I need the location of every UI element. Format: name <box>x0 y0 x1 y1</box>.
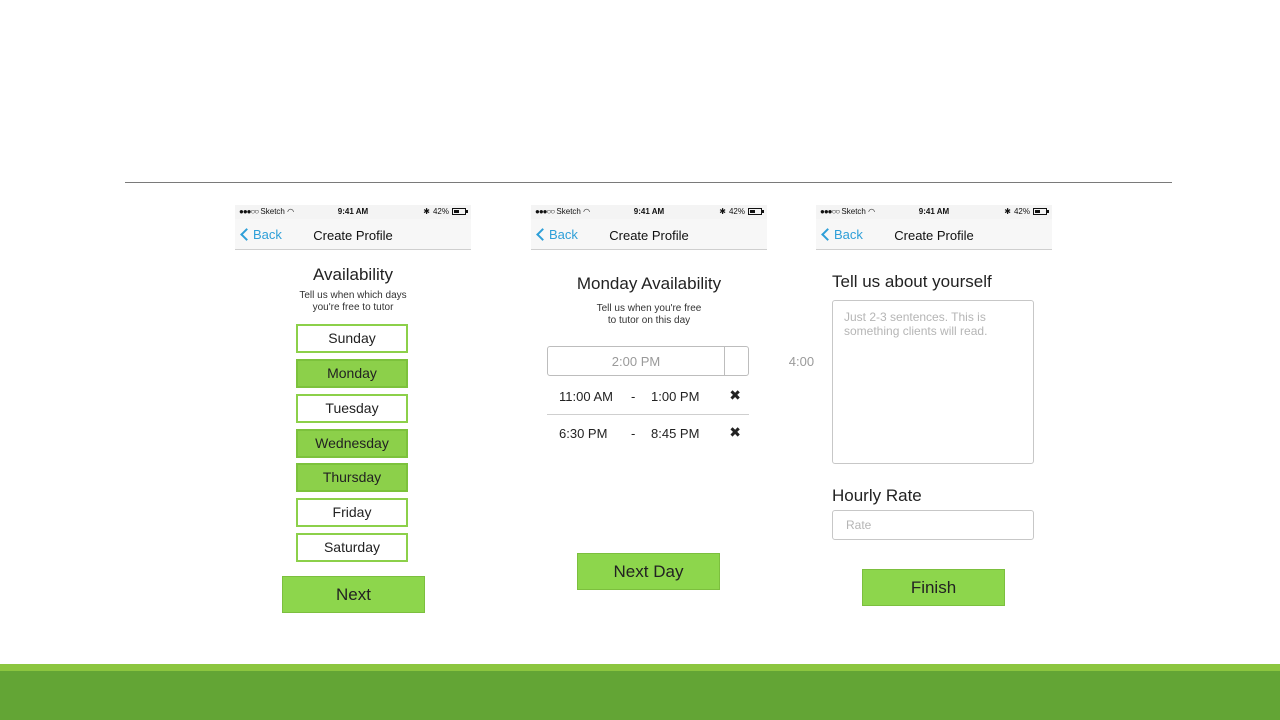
footer-band-light <box>0 664 1280 671</box>
slot-start-time: 11:00 AM <box>559 389 613 404</box>
status-right: ✱ 42% <box>719 207 764 216</box>
day-option-saturday[interactable]: Saturday <box>296 533 408 562</box>
bluetooth-icon: ✱ <box>423 207 430 216</box>
battery-percent: 42% <box>1013 207 1030 216</box>
nav-bar: Back Create Profile <box>531 219 767 250</box>
bluetooth-icon: ✱ <box>1004 207 1011 216</box>
nav-title: Create Profile <box>313 228 393 243</box>
battery-percent: 42% <box>728 207 745 216</box>
slot-end-time: 1:00 PM <box>651 389 700 404</box>
new-time-slot-row: ✚ <box>547 346 917 376</box>
rate-input[interactable] <box>832 510 1034 540</box>
page-subtitle: Tell us when which days you're free to tu… <box>299 290 407 313</box>
about-label: Tell us about yourself <box>832 272 992 291</box>
footer-band-dark <box>0 671 1280 720</box>
day-option-monday[interactable]: Monday <box>296 359 408 388</box>
slot-start-time: 6:30 PM <box>559 426 608 441</box>
time-slot-row: 11:00 AM - 1:00 PM ✖ <box>547 381 749 411</box>
day-option-wednesday[interactable]: Wednesday <box>296 429 408 458</box>
status-right: ✱ 42% <box>423 207 468 216</box>
nav-bar: Back Create Profile <box>235 219 471 250</box>
day-option-sunday[interactable]: Sunday <box>296 324 408 353</box>
status-bar: ●●●○○ Sketch ◠ 9:41 AM ✱ 42% <box>816 205 1052 219</box>
nav-bar: Back Create Profile <box>816 219 1052 250</box>
start-time-input[interactable] <box>548 347 725 375</box>
day-option-tuesday[interactable]: Tuesday <box>296 394 408 423</box>
page-title: Monday Availability <box>576 274 722 293</box>
next-button[interactable]: Next <box>282 576 425 613</box>
slot-divider <box>547 414 749 415</box>
time-slot-row: 6:30 PM - 8:45 PM ✖ <box>547 418 749 448</box>
day-option-thursday[interactable]: Thursday <box>296 463 408 492</box>
battery-icon <box>452 208 468 215</box>
page-subtitle: Tell us when you're free to tutor on this… <box>596 303 702 326</box>
battery-icon <box>1033 208 1049 215</box>
bluetooth-icon: ✱ <box>719 207 726 216</box>
hourly-rate-label: Hourly Rate <box>832 486 922 505</box>
battery-percent: 42% <box>432 207 449 216</box>
remove-slot-icon[interactable]: ✖ <box>729 424 741 441</box>
status-bar: ●●●○○ Sketch ◠ 9:41 AM ✱ 42% <box>531 205 767 219</box>
slot-end-time: 8:45 PM <box>651 426 700 441</box>
slot-separator: - <box>631 389 636 404</box>
battery-icon <box>748 208 764 215</box>
next-day-button[interactable]: Next Day <box>577 553 720 590</box>
slide-divider-line <box>125 182 1172 183</box>
status-bar: ●●●○○ Sketch ◠ 9:41 AM ✱ 42% <box>235 205 471 219</box>
slot-separator: - <box>631 426 636 441</box>
nav-title: Create Profile <box>609 228 689 243</box>
page-title: Availability <box>312 265 393 284</box>
remove-slot-icon[interactable]: ✖ <box>729 387 741 404</box>
phone-screen-availability: ●●●○○ Sketch ◠ 9:41 AM ✱ 42% Back Create … <box>235 205 471 625</box>
status-right: ✱ 42% <box>1004 207 1049 216</box>
about-textarea[interactable] <box>832 300 1034 464</box>
phone-screen-about: ●●●○○ Sketch ◠ 9:41 AM ✱ 42% Back Create … <box>816 205 1052 625</box>
finish-button[interactable]: Finish <box>862 569 1005 606</box>
phone-screen-day-availability: ●●●○○ Sketch ◠ 9:41 AM ✱ 42% Back Create … <box>531 205 917 625</box>
nav-title: Create Profile <box>894 228 974 243</box>
day-option-friday[interactable]: Friday <box>296 498 408 527</box>
